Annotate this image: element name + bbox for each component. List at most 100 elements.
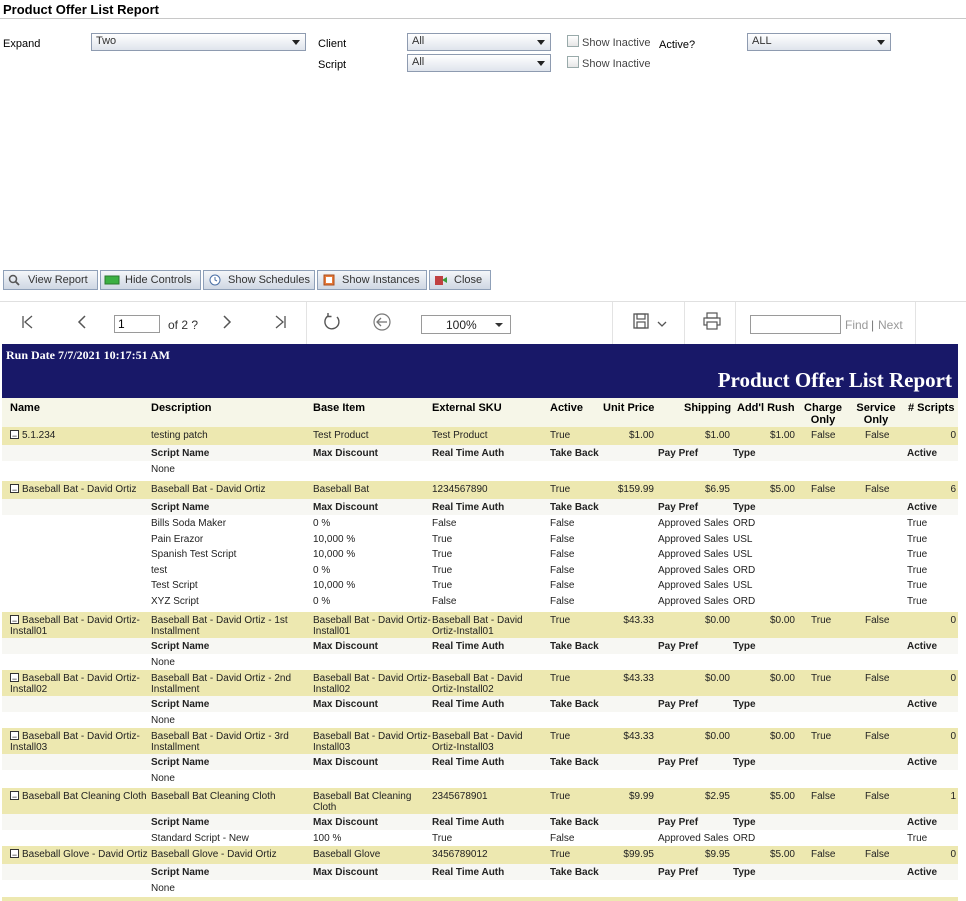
script-cell: 0 % [313,596,331,607]
subcol-take-back: Take Back [550,867,599,878]
cell-desc: Baseball Bat - David Ortiz - 1st Install… [151,615,288,637]
script-select[interactable]: All [407,54,551,72]
script-none-row: None [2,461,958,476]
script-cell: Approved Sales [658,564,729,576]
title-divider [0,18,966,19]
back-icon[interactable] [372,312,392,332]
collapse-icon[interactable]: − [10,430,19,441]
col-shipping: Shipping [684,402,732,414]
clock-icon [209,274,221,286]
cell-charge: False [811,791,836,802]
next-link[interactable]: Next [878,318,903,332]
script-row: Spanish Test Script 10,000 % True False Appr… [2,546,958,562]
subcol-script-name: Script Name [151,699,210,710]
find-link[interactable]: Find [845,318,868,332]
product-name: Baseball Bat - David Ortiz [22,484,137,495]
report-title: Product Offer List Report [717,368,952,392]
collapse-icon[interactable]: − [10,731,19,742]
script-show-inactive-checkbox[interactable] [567,56,579,68]
script-cell: USL [733,549,753,561]
print-icon[interactable] [702,312,722,330]
previous-page-icon[interactable] [74,314,90,330]
view-report-button[interactable]: View Report [3,270,98,290]
subcol-take-back: Take Back [550,641,599,652]
cell-unit: $159.99 [617,484,654,495]
cell-base: Baseball Glove [313,849,381,860]
script-cell: False [550,596,575,607]
script-label: Script [318,59,347,71]
active-select[interactable]: ALL [747,33,891,51]
subcol-script-name: Script Name [151,448,210,459]
expand-select[interactable]: Two [91,33,306,51]
product-name: Baseball Bat - David Ortiz-Install02 [10,673,140,695]
product-row: − Baseball Bat Cleaning Cloth Baseball Bat… [2,788,958,814]
script-subheader: Script Name Max Discount Real Time Auth Tak… [2,638,958,654]
page-number-input[interactable] [114,315,160,333]
script-show-inactive-label: Show Inactive [582,58,651,70]
cell-unit: $43.33 [623,731,654,742]
collapse-icon[interactable]: − [10,849,19,860]
script-cell: ORD [733,564,756,576]
client-show-inactive-checkbox[interactable] [567,35,579,47]
script-cell: True [907,533,928,545]
script-cell: Standard Script - New [151,833,249,844]
product-name: Baseball Glove - David Ortiz [22,849,148,860]
subcol-pay-pref: Pay Pref [658,699,699,710]
subcol-max-discount: Max Discount [313,502,379,513]
cell-rush: $0.00 [769,731,795,742]
subcol-max-discount: Max Discount [313,641,379,652]
exit-icon [435,276,447,285]
product-row: − Baseball Bat - David Ortiz-Install02 Bas… [2,670,958,696]
cell-sku: 1234567890 [432,484,488,495]
script-subheader: Script Name Max Discount Real Time Auth Tak… [2,864,958,880]
close-label: Close [454,274,483,286]
cell-scripts: 0 [950,430,956,441]
none-text: None [151,715,175,726]
script-cell: ORD [733,596,756,607]
active-label: Active? [659,39,696,51]
cell-base: Baseball Bat - David Ortiz-Install01 [313,615,431,637]
refresh-icon[interactable] [322,312,342,332]
subcol-pay-pref: Pay Pref [658,641,699,652]
cell-name: − Baseball Bat - David Ortiz [10,484,148,495]
collapse-icon[interactable]: − [10,484,19,495]
subcol-max-discount: Max Discount [313,817,379,828]
subcol-max-discount: Max Discount [313,699,379,710]
hide-controls-button[interactable]: Hide Controls [100,270,201,290]
find-input[interactable] [750,315,841,334]
chevron-down-icon [292,40,300,45]
subcol-max-discount: Max Discount [313,448,379,459]
subcol-type: Type [733,448,756,459]
client-select[interactable]: All [407,33,551,51]
collapse-icon[interactable]: − [10,615,19,626]
cell-desc: Baseball Bat - David Ortiz [151,484,266,495]
script-cell: False [550,549,575,561]
first-page-icon[interactable] [20,314,36,330]
report-column-header: Name Description Base Item External SKU … [2,398,958,427]
subcol-real-time-auth: Real Time Auth [432,867,505,878]
collapse-icon[interactable]: − [10,673,19,684]
show-schedules-button[interactable]: Show Schedules [203,270,315,290]
chevron-down-icon[interactable] [656,320,668,328]
script-cell: True [907,596,928,607]
show-instances-button[interactable]: Show Instances [317,270,427,290]
save-icon[interactable] [632,312,650,330]
subcol-script-name: Script Name [151,867,210,878]
cell-scripts: 1 [950,791,956,802]
script-none-row: None [2,880,958,895]
script-subheader: Script Name Max Discount Real Time Auth Tak… [2,445,958,461]
cell-unit: $43.33 [623,673,654,684]
script-cell: Bills Soda Maker [151,518,227,529]
zoom-select[interactable]: 100% [421,315,511,334]
subcol-active: Active [907,502,938,513]
cell-desc: Baseball Glove - David Ortiz [151,849,277,860]
next-page-icon[interactable] [219,314,235,330]
last-page-icon[interactable] [272,314,288,330]
script-cell: False [550,564,575,576]
cell-service: False [865,731,890,742]
find-separator: | [871,318,875,332]
collapse-icon[interactable]: − [10,791,19,802]
run-date: Run Date 7/7/2021 10:17:51 AM [6,348,170,362]
close-button[interactable]: Close [429,270,491,290]
subcol-active: Active [907,448,938,459]
